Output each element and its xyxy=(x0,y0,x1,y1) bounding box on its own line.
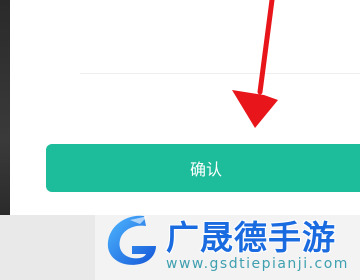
watermark-title: 广晟德手游 xyxy=(166,218,336,257)
red-arrow-annotation xyxy=(232,0,278,128)
watermark-logo-icon xyxy=(107,215,156,265)
bottom-left-panel xyxy=(0,215,95,280)
confirm-button-label: 确认 xyxy=(189,160,222,179)
watermark-url: www.gsdtiepianji.com xyxy=(166,256,349,272)
confirm-button[interactable]: 确认 xyxy=(46,144,360,192)
watermark: 广晟德手游 www.gsdtiepianji.com xyxy=(100,208,360,280)
